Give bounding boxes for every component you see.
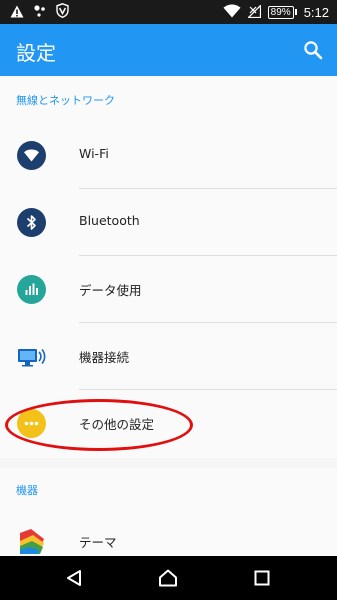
settings-item-label: テーマ <box>79 535 117 550</box>
recent-apps-button[interactable] <box>250 566 274 590</box>
data-usage-icon <box>17 275 46 304</box>
battery-level: 89% <box>267 5 294 19</box>
page-title: 設定 <box>16 41 56 65</box>
app-bar: 設定 <box>0 24 337 76</box>
network-section: 無線とネットワーク Wi-Fi Bluetooth データ使用 機器接続 その他… <box>0 76 337 458</box>
battery-indicator: 89% <box>267 5 297 19</box>
settings-item-wifi[interactable]: Wi-Fi <box>0 122 337 189</box>
app-notification-icon <box>33 3 47 22</box>
settings-item-label: 機器接続 <box>79 350 130 365</box>
wifi-icon <box>17 141 46 170</box>
warning-icon <box>10 3 24 22</box>
navigation-bar <box>0 556 337 600</box>
back-icon <box>67 570 81 586</box>
bluetooth-icon <box>17 208 46 237</box>
wifi-signal-icon <box>223 3 241 22</box>
home-button[interactable] <box>156 566 180 590</box>
annotation-circle <box>5 399 193 451</box>
settings-item-label: Bluetooth <box>79 213 140 228</box>
search-icon <box>304 41 323 60</box>
recent-apps-icon <box>254 570 270 586</box>
clock: 5:12 <box>303 4 329 20</box>
section-header-network: 無線とネットワーク <box>16 94 115 107</box>
status-bar: 89% 5:12 <box>0 0 337 24</box>
search-button[interactable] <box>299 36 327 64</box>
system-status: 89% 5:12 <box>223 3 329 21</box>
back-button[interactable] <box>62 566 86 590</box>
settings-item-device-connection[interactable]: 機器接続 <box>0 323 337 390</box>
device-connection-icon <box>17 342 46 371</box>
settings-item-label: Wi-Fi <box>79 146 109 161</box>
cell-signal-icon <box>246 3 261 22</box>
shield-icon <box>56 2 69 22</box>
device-section: 機器 テーマ <box>0 468 337 556</box>
settings-list: 無線とネットワーク Wi-Fi Bluetooth データ使用 機器接続 その他… <box>0 76 337 556</box>
theme-icon <box>17 527 46 556</box>
settings-item-label: データ使用 <box>79 283 142 298</box>
battery-tip <box>294 9 297 15</box>
settings-item-data-usage[interactable]: データ使用 <box>0 256 337 323</box>
settings-item-theme[interactable]: テーマ <box>0 508 337 556</box>
section-header-device: 機器 <box>16 484 38 497</box>
home-icon <box>159 569 177 587</box>
notification-icons <box>10 2 69 22</box>
settings-item-bluetooth[interactable]: Bluetooth <box>0 189 337 256</box>
